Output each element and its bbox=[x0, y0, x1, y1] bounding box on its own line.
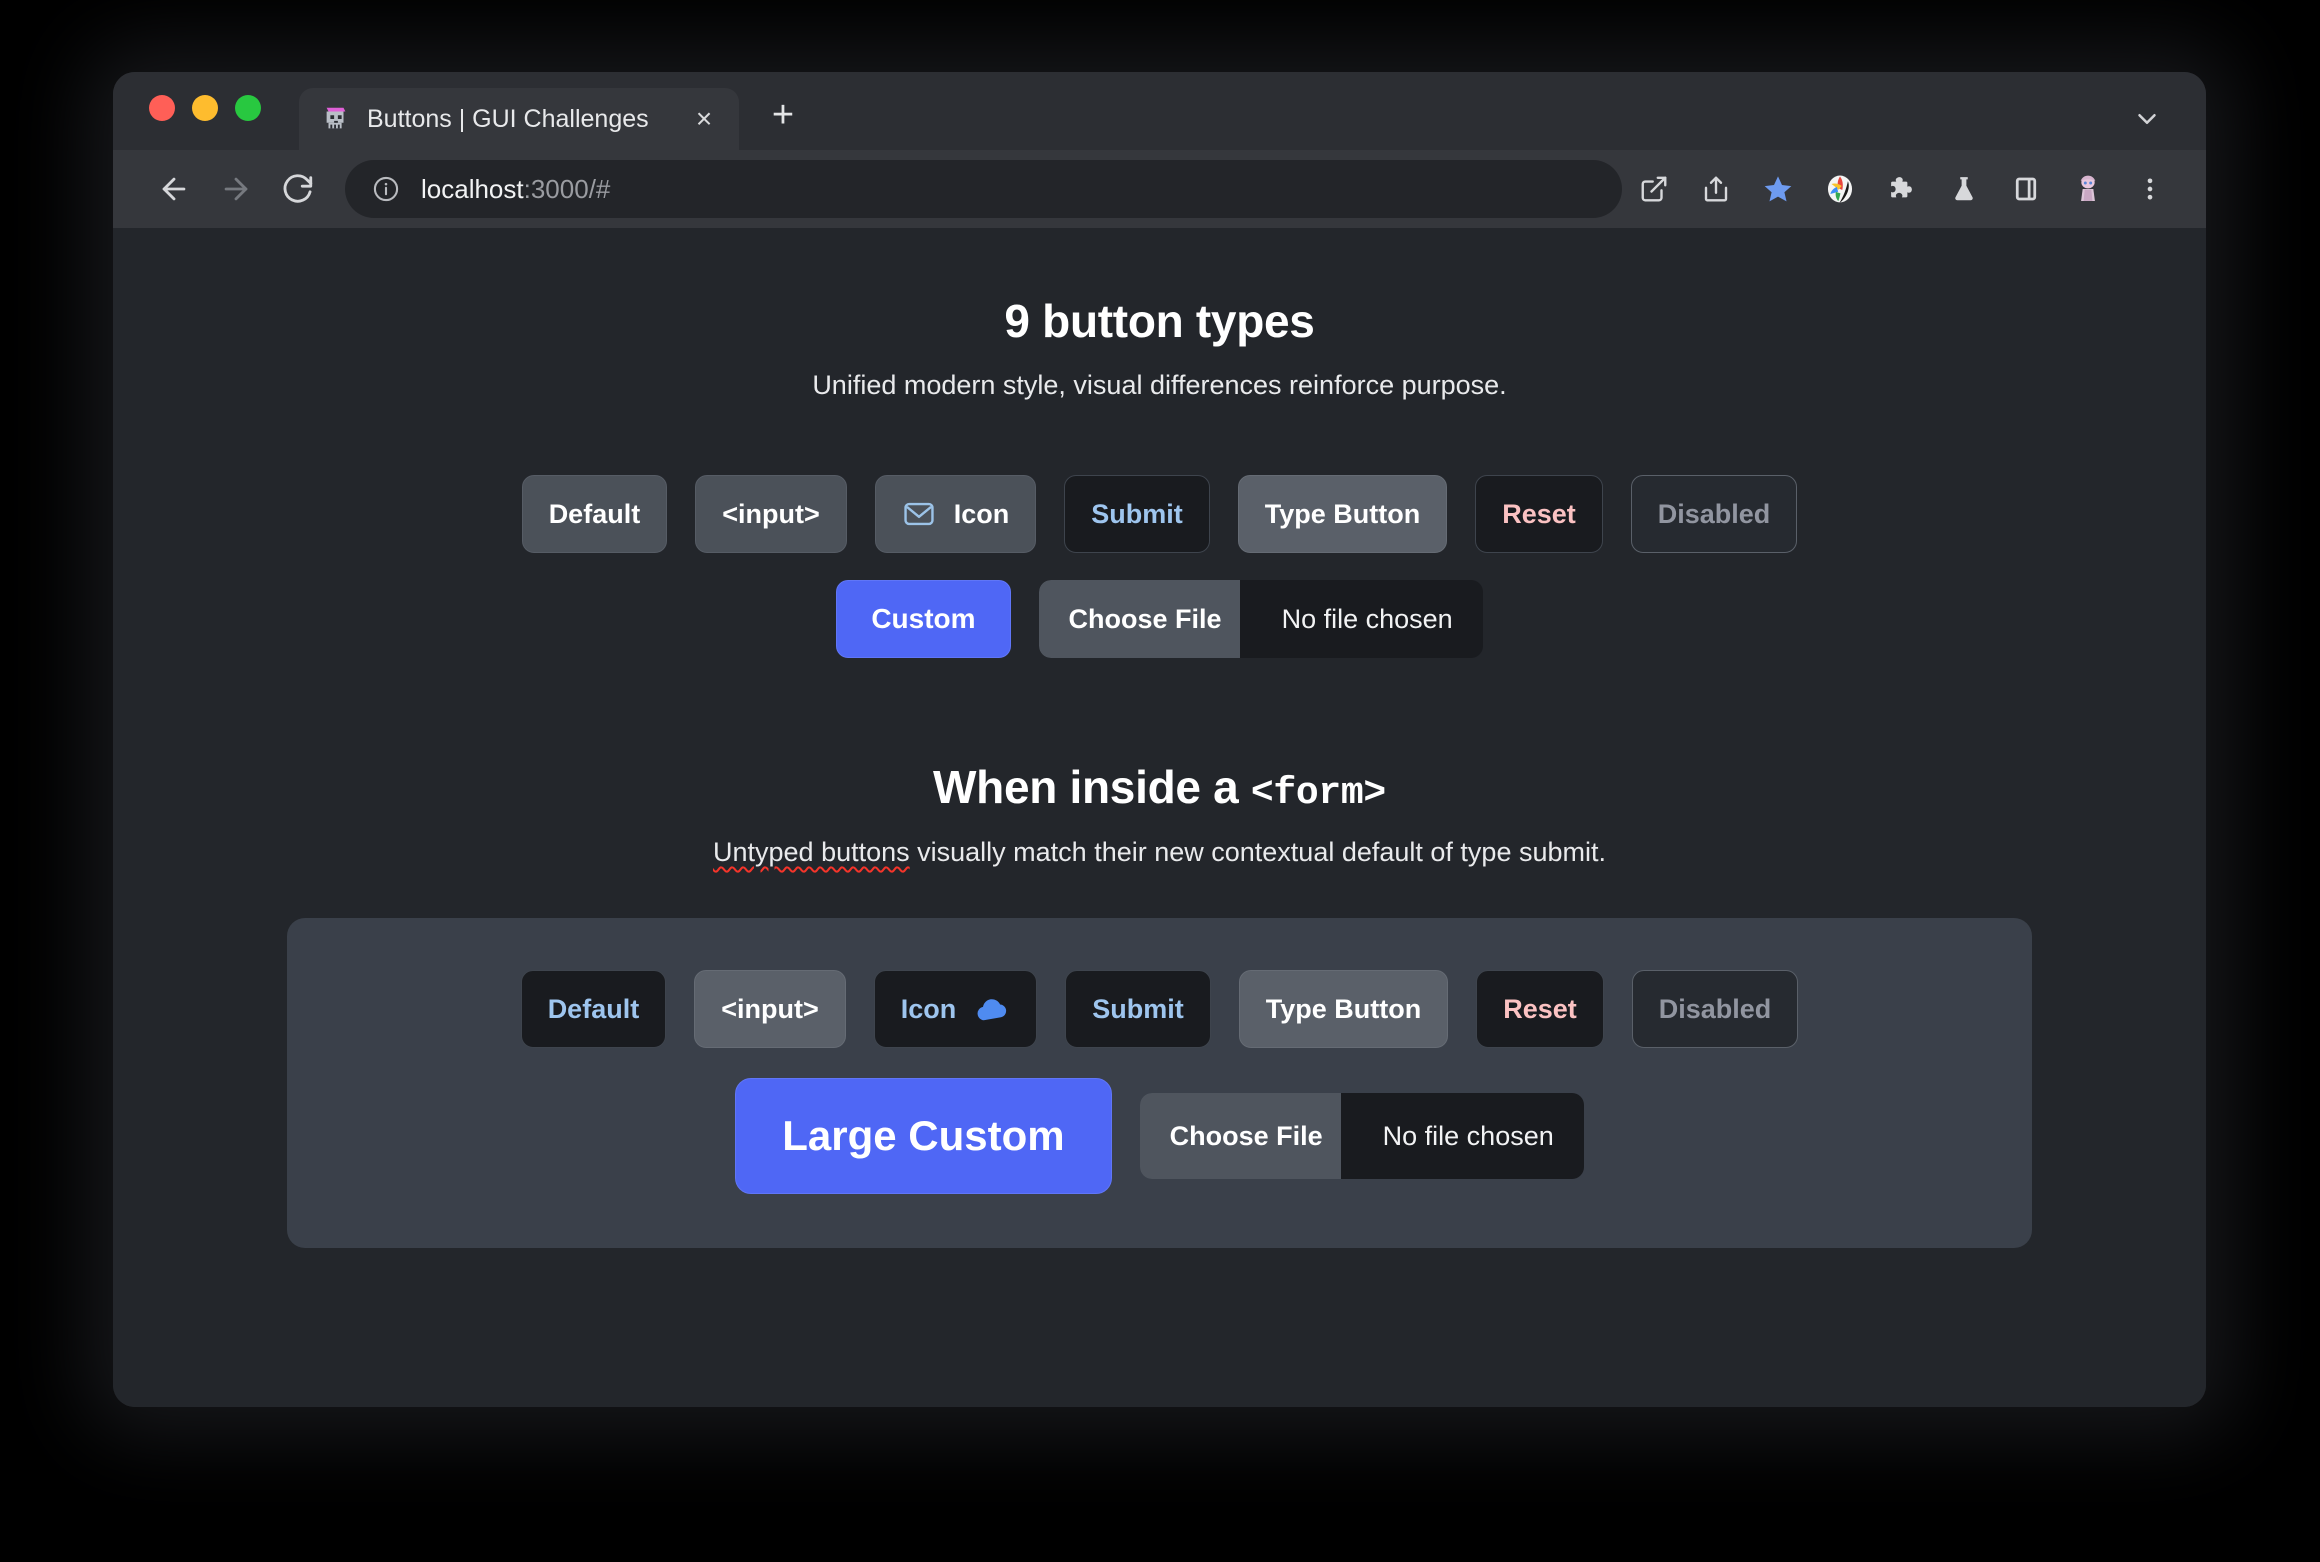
form-section-header: When inside a <form> Untyped buttons vis… bbox=[113, 760, 2206, 868]
button-label: Icon bbox=[900, 993, 957, 1024]
form-button-default[interactable]: Default bbox=[520, 970, 667, 1048]
button-label: Submit bbox=[1091, 498, 1183, 529]
url-text: localhost:3000/# bbox=[421, 174, 610, 205]
browser-tab[interactable]: Buttons | GUI Challenges × bbox=[299, 88, 739, 150]
flask-labs-icon[interactable] bbox=[1936, 161, 1992, 217]
button-label: Large Custom bbox=[782, 1112, 1065, 1159]
button-label: Type Button bbox=[1265, 993, 1422, 1024]
url-rest: :3000/# bbox=[523, 173, 611, 204]
form-button-row-custom-and-file: Large Custom Choose File No file chosen bbox=[287, 1078, 2032, 1194]
side-panel-icon[interactable] bbox=[1998, 161, 2054, 217]
page-subtitle: Unified modern style, visual differences… bbox=[812, 370, 1507, 400]
form-button-disabled: Disabled bbox=[1631, 970, 1799, 1048]
button-label: Default bbox=[548, 498, 641, 529]
button-row-custom-and-file: Custom Choose File No file chosen bbox=[113, 580, 2206, 658]
button-label: Reset bbox=[1502, 498, 1576, 529]
button-row-types: Default <input> Icon Submit Type Button … bbox=[113, 475, 2206, 553]
button-label: Submit bbox=[1092, 993, 1184, 1024]
skull-with-pink-cap-favicon bbox=[321, 104, 351, 134]
button-label: Icon bbox=[953, 498, 1010, 529]
chevron-down-icon[interactable] bbox=[2130, 102, 2164, 136]
button-input[interactable]: <input> bbox=[695, 475, 847, 553]
cloud-icon bbox=[974, 991, 1010, 1027]
form-button-input[interactable]: <input> bbox=[694, 970, 846, 1048]
toolbar-icon-group bbox=[1626, 161, 2178, 217]
button-label: <input> bbox=[722, 498, 820, 529]
spellchecked-text: Untyped buttons bbox=[713, 837, 910, 867]
form-button-icon[interactable]: Icon bbox=[873, 970, 1038, 1048]
bookmark-star-icon[interactable] bbox=[1750, 161, 1806, 217]
button-default[interactable]: Default bbox=[521, 475, 668, 553]
form-button-submit[interactable]: Submit bbox=[1065, 970, 1211, 1048]
button-submit[interactable]: Submit bbox=[1064, 475, 1210, 553]
form-section-title: When inside a <form> bbox=[113, 760, 2206, 815]
form-section-subtitle: Untyped buttons visually match their new… bbox=[113, 837, 2206, 868]
minimize-window-button[interactable] bbox=[192, 95, 218, 121]
page-content: 9 button types Unified modern style, vis… bbox=[113, 228, 2206, 1407]
button-disabled: Disabled bbox=[1630, 475, 1798, 553]
button-label: Reset bbox=[1503, 993, 1577, 1024]
button-type-button[interactable]: Type Button bbox=[1237, 475, 1448, 553]
back-button[interactable] bbox=[143, 158, 205, 220]
form-container: Default <input> Icon Submit Type Button bbox=[287, 918, 2032, 1248]
button-reset[interactable]: Reset bbox=[1475, 475, 1603, 553]
profile-avatar-icon[interactable] bbox=[2060, 161, 2116, 217]
form-file-input[interactable]: Choose File No file chosen bbox=[1139, 1093, 1584, 1179]
url-host: localhost bbox=[421, 173, 524, 204]
choose-file-button[interactable]: Choose File bbox=[1038, 580, 1252, 658]
form-button-row-types: Default <input> Icon Submit Type Button bbox=[287, 970, 2032, 1048]
form-button-type-button[interactable]: Type Button bbox=[1238, 970, 1449, 1048]
file-input[interactable]: Choose File No file chosen bbox=[1038, 580, 1483, 658]
button-label: Disabled bbox=[1657, 498, 1771, 529]
form-file-status-label: No file chosen bbox=[1340, 1093, 1584, 1179]
file-status-label: No file chosen bbox=[1239, 580, 1483, 658]
open-in-new-icon[interactable] bbox=[1626, 161, 1682, 217]
three-dot-menu-icon[interactable] bbox=[2122, 161, 2178, 217]
browser-window: Buttons | GUI Challenges × + localhost:3… bbox=[113, 72, 2206, 1407]
form-title-mono: <form> bbox=[1250, 772, 1386, 815]
envelope-icon bbox=[902, 497, 936, 531]
forward-button[interactable] bbox=[205, 158, 267, 220]
puzzle-extensions-icon[interactable] bbox=[1874, 161, 1930, 217]
form-choose-file-button[interactable]: Choose File bbox=[1139, 1093, 1353, 1179]
info-circle-icon[interactable] bbox=[371, 174, 401, 204]
button-icon[interactable]: Icon bbox=[874, 475, 1037, 553]
form-button-large-custom[interactable]: Large Custom bbox=[735, 1078, 1112, 1194]
button-label: <input> bbox=[721, 993, 819, 1024]
button-label: Type Button bbox=[1264, 498, 1421, 529]
color-palette-extension-icon[interactable] bbox=[1812, 161, 1868, 217]
page-title: 9 button types bbox=[1004, 295, 1315, 347]
close-window-button[interactable] bbox=[149, 95, 175, 121]
share-icon[interactable] bbox=[1688, 161, 1744, 217]
browser-toolbar: localhost:3000/# bbox=[113, 150, 2206, 228]
new-tab-button[interactable]: + bbox=[753, 88, 813, 150]
maximize-window-button[interactable] bbox=[235, 95, 261, 121]
button-label: Custom bbox=[871, 603, 976, 634]
reload-button[interactable] bbox=[267, 158, 329, 220]
close-tab-button[interactable]: × bbox=[689, 104, 719, 134]
form-subtitle-rest: visually match their new contextual defa… bbox=[909, 837, 1606, 867]
button-label: Disabled bbox=[1658, 993, 1772, 1024]
tab-strip: Buttons | GUI Challenges × + bbox=[113, 72, 2206, 150]
address-bar[interactable]: localhost:3000/# bbox=[345, 160, 1622, 218]
button-custom[interactable]: Custom bbox=[836, 580, 1011, 658]
form-button-reset[interactable]: Reset bbox=[1476, 970, 1604, 1048]
traffic-lights bbox=[149, 72, 261, 150]
tab-title: Buttons | GUI Challenges bbox=[367, 104, 649, 133]
button-label: Default bbox=[547, 993, 640, 1024]
form-title-text: When inside a bbox=[933, 761, 1251, 813]
